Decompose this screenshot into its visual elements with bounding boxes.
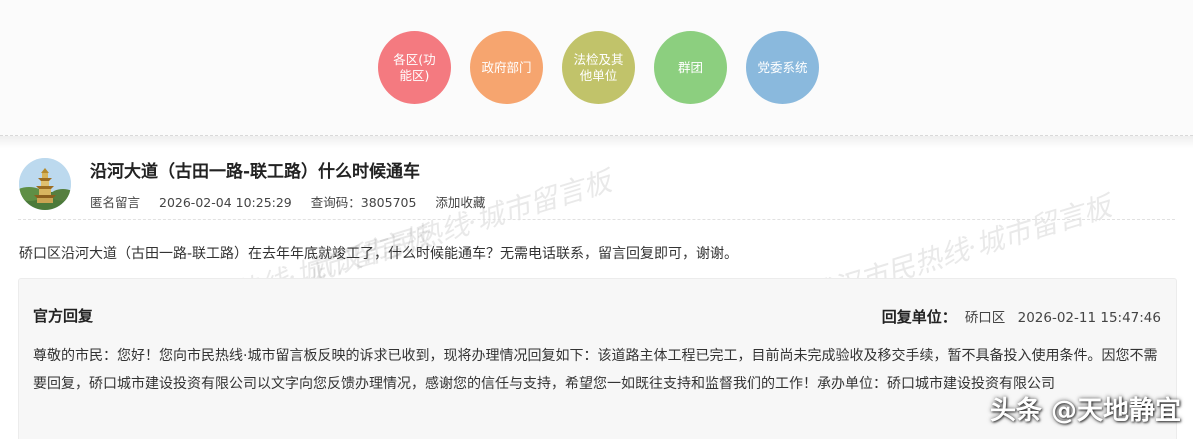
- band-shadow: [0, 136, 1193, 148]
- query-code-label: 查询码：: [310, 195, 361, 210]
- tower-icon: [19, 158, 71, 210]
- reply-datetime: 2026-02-11 15:47:46: [1017, 310, 1161, 326]
- category-court-other-button[interactable]: 法检及其他单位: [562, 31, 635, 104]
- category-party-button[interactable]: 党委系统: [746, 31, 819, 104]
- reply-label: 官方回复: [33, 307, 94, 325]
- category-mass-org-button[interactable]: 群团: [654, 31, 727, 104]
- post-meta: 匿名留言 2026-02-04 10:25:29 查询码：3805705 添加收…: [90, 192, 500, 211]
- avatar: [19, 158, 71, 210]
- corner-watermark: 头条 @天地静宜: [989, 396, 1181, 426]
- post-title: 沿河大道（古田一路-联工路）什么时候通车: [90, 162, 421, 182]
- reply-unit: 回复单位： 硚口区 2026-02-11 15:47:46: [882, 306, 1161, 327]
- category-district-button[interactable]: 各区(功能区): [378, 31, 451, 104]
- query-code: 查询码：3805705: [311, 195, 417, 210]
- author-label: 匿名留言: [90, 195, 141, 210]
- query-code-value: 3805705: [360, 195, 417, 210]
- post-datetime: 2026-02-04 10:25:29: [159, 195, 292, 210]
- category-government-button[interactable]: 政府部门: [470, 31, 543, 104]
- reply-unit-name: 硚口区: [964, 310, 1006, 326]
- add-favorite-link[interactable]: 添加收藏: [435, 195, 485, 210]
- post-content: 硚口区沿河大道（古田一路-联工路）在去年年底就竣工了，什么时候能通车？无需电话联…: [19, 246, 739, 262]
- divider: [18, 219, 1175, 220]
- category-bar: 各区(功能区) 政府部门 法检及其他单位 群团 党委系统: [0, 0, 1193, 136]
- reply-unit-label: 回复单位：: [881, 308, 957, 326]
